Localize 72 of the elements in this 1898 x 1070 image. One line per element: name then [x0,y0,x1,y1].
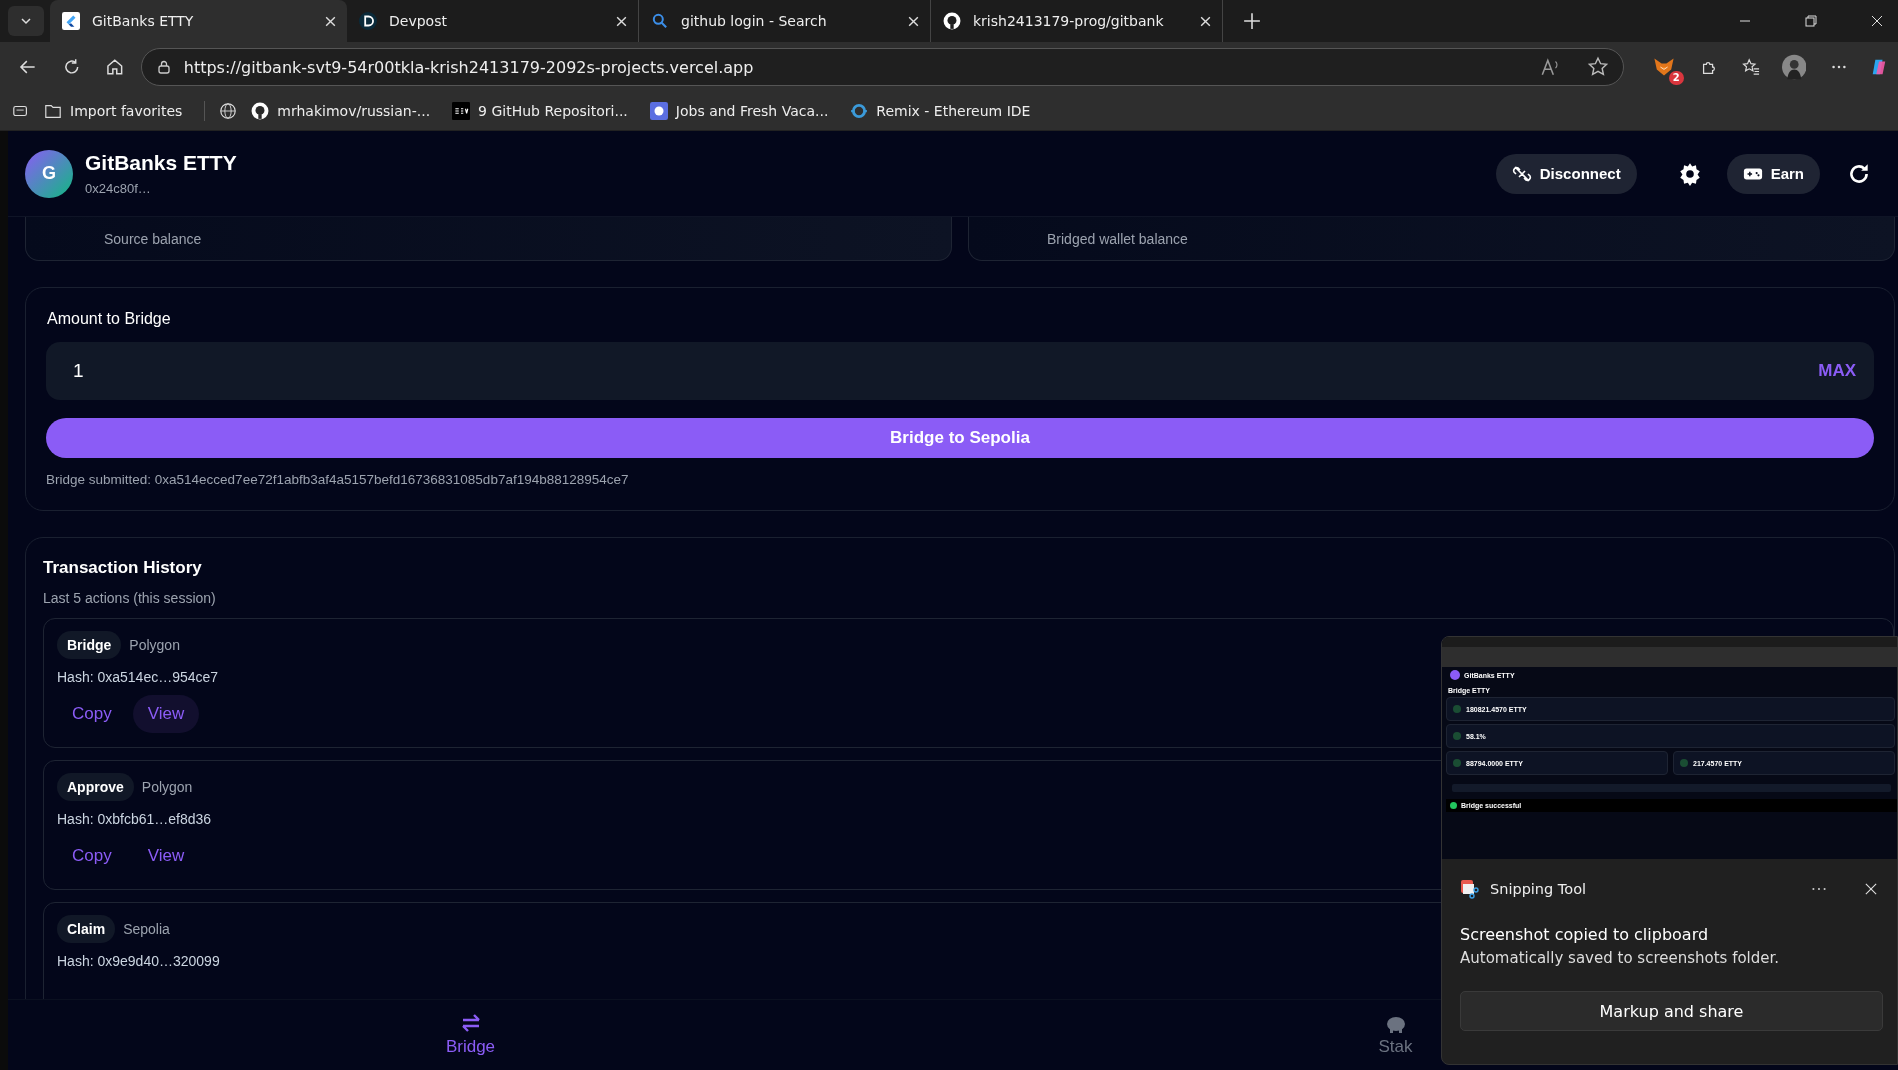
close-tab-icon[interactable] [1199,14,1212,28]
favorites-icon[interactable] [1741,56,1760,78]
bookmark[interactable]: 9 GitHub Repositori... [452,102,628,120]
address-bar[interactable]: https://gitbank-svt9-54r00tkla-krish2413179-2092s-projects.vercel.app [140,48,1624,86]
network-label: Polygon [141,779,193,795]
new-tab-icon[interactable] [1243,12,1261,30]
broken-link-icon [1511,163,1532,184]
tab-list-icon[interactable] [8,6,44,36]
earn-button[interactable]: Earn [1726,153,1820,194]
octocat-icon [943,12,961,30]
max-button[interactable]: MAX [1818,361,1856,381]
transaction-hash: Hash: 0xa514ec…954ce7 [57,669,219,685]
app-favicon-icon [62,12,80,30]
logo-dot [1450,670,1460,680]
section-subtitle: Last 5 actions (this session) [43,590,216,606]
stat-icon [1453,732,1461,740]
amount-label: Amount to Bridge [47,310,171,328]
action-tag: Bridge [57,631,122,659]
search-icon [651,12,669,30]
success-dot [1450,802,1457,809]
app-title: GitBanks ETTY [85,151,237,175]
browser-tab[interactable]: GitBanks ETTY [50,0,347,42]
notification-body: Automatically saved to screenshots folder. [1460,949,1781,967]
status-message: Bridge submitted: 0xa514ecced7ee72f1abfb3af4a5157befd16736831085db7af194b88128954ce7 [46,472,629,487]
stat-icon [1680,759,1688,767]
network-label: Sepolia [123,921,170,937]
dev-logo-icon [452,102,471,120]
stat-icon [1453,705,1461,713]
notification-heading: Screenshot copied to clipboard [1460,925,1710,944]
bookmark[interactable]: Jobs and Fresh Vaca... [649,102,829,120]
balance-caption: Source balance [104,230,202,247]
bookmark[interactable]: Import favorites [44,102,183,120]
text-button[interactable]: Copy [57,695,127,733]
more-icon[interactable] [1811,886,1827,892]
action-tag: Approve [57,773,134,801]
bridge-button[interactable]: Bridge to Sepolia [46,418,1874,458]
close-tab-icon[interactable] [907,14,920,28]
avatar-icon[interactable] [1781,52,1807,82]
amount-field[interactable]: 1 MAX [46,342,1874,400]
stat-icon [1453,759,1461,767]
bookmark[interactable]: mrhakimov/russian-... [251,102,431,120]
close-tab-icon[interactable] [615,14,628,28]
markup-button[interactable]: Markup and share [1460,991,1883,1031]
text-button[interactable]: View [132,695,200,733]
letter-d-icon [359,12,377,30]
network-label: Polygon [129,637,180,653]
bookmark[interactable]: Remix - Ethereum IDE [850,102,1031,120]
text-button[interactable]: View [132,837,200,875]
restore-icon[interactable] [1804,14,1818,28]
globe-icon[interactable] [219,102,238,120]
balance-caption: Bridged wallet balance [1047,230,1188,247]
nav-item[interactable]: Bridge [8,1000,933,1070]
octocat-icon [251,102,270,120]
remix-logo-icon [850,102,869,120]
action-tag: Claim [57,915,116,943]
lock-icon [155,59,172,75]
splash-logo-icon [649,102,668,120]
section-title: Transaction History [43,558,202,578]
close-icon[interactable] [1865,883,1877,895]
wallet-address: 0x24c80f… [85,181,152,196]
close-tab-icon[interactable] [324,14,337,28]
notification-badge: 2 [1668,71,1684,85]
star-icon[interactable] [1586,56,1609,78]
notification-app-name: Snipping Tool [1490,881,1587,897]
text-button[interactable]: Copy [57,837,127,875]
folder-icon [44,102,62,120]
transaction-hash: Hash: 0xbfcb61…ef8d36 [57,811,212,827]
disconnect-button[interactable]: Disconnect [1495,153,1637,194]
snipping-tool-icon [1460,879,1480,899]
transaction-hash: Hash: 0x9e9d40…320099 [57,953,220,969]
close-icon[interactable] [1870,14,1884,28]
app-logo: G [25,149,73,198]
